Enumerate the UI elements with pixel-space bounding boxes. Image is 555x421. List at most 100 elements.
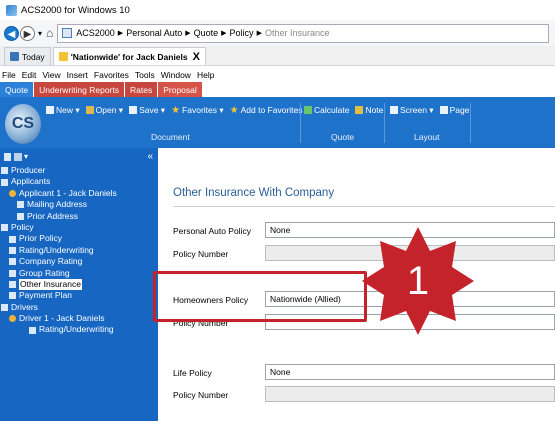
sidebar-item-label: Drivers (11, 301, 38, 312)
calendar-icon (10, 52, 19, 61)
sidebar-item[interactable]: Mailing Address (0, 199, 158, 210)
window-title: ACS2000 for Windows 10 (21, 4, 130, 16)
open-button[interactable]: Open ▾ (85, 105, 123, 116)
acs-logo[interactable]: CS (5, 104, 41, 144)
new-button[interactable]: New ▾ (46, 105, 80, 116)
page-button[interactable]: Page (439, 105, 470, 115)
menu-file[interactable]: File (2, 70, 16, 80)
sidebar-item[interactable]: Policy (0, 222, 158, 233)
section-title: Other Insurance With Company (173, 187, 335, 199)
ribbon-tab-quote[interactable]: Quote (0, 82, 34, 97)
collapse-sidebar-icon[interactable]: « (147, 151, 153, 162)
breadcrumb-item[interactable]: Personal Auto (126, 28, 182, 38)
calculate-button[interactable]: Calculate (304, 105, 349, 115)
page-icon (439, 106, 448, 114)
folder-icon (85, 106, 94, 114)
sidebar-item-label: Prior Address (27, 210, 79, 221)
sidebar-item[interactable]: Prior Policy (0, 233, 158, 244)
window-titlebar: ACS2000 for Windows 10 (0, 0, 555, 20)
sidebar-item-label: Other Insurance (19, 278, 82, 291)
breadcrumb-item[interactable]: Quote (194, 28, 219, 38)
breadcrumb-item-current[interactable]: Other Insurance (265, 28, 330, 38)
menu-tools[interactable]: Tools (135, 70, 155, 80)
sidebar-item[interactable]: Drivers (0, 302, 158, 313)
tab-nationwide-quote[interactable]: 'Nationwide' for Jack Daniels X (52, 47, 206, 65)
history-dropdown-icon[interactable]: ▾ (38, 29, 42, 38)
section-divider (173, 206, 555, 207)
form-icon (1, 224, 8, 232)
menu-edit[interactable]: Edit (22, 70, 37, 80)
breadcrumb-item[interactable]: Policy (230, 28, 254, 38)
save-button[interactable]: Save ▾ (129, 105, 165, 116)
screen-button[interactable]: Screen ▾ (390, 105, 434, 116)
sidebar-toolbar: ▾ « (0, 148, 158, 165)
sidebar-item-label: Group Rating (19, 267, 70, 278)
back-icon[interactable]: ◀ (4, 25, 19, 41)
quote-group-buttons: Calculate Note (304, 103, 389, 117)
form-icon (1, 178, 8, 186)
menu-insert[interactable]: Insert (67, 70, 88, 80)
sidebar-item[interactable]: Company Rating (0, 256, 158, 267)
app-icon (6, 4, 17, 16)
sidebar-item[interactable]: Group Rating (0, 268, 158, 279)
favorites-button[interactable]: ★ Favorites ▾ (171, 105, 224, 116)
ribbon-divider (470, 103, 471, 143)
page-icon[interactable] (4, 152, 11, 161)
new-document-icon (46, 106, 54, 114)
personal-auto-policy-label: Personal Auto Policy (173, 226, 251, 236)
callout-number: 1 (407, 259, 429, 303)
life-policy-number-field[interactable] (265, 386, 555, 402)
save-icon (129, 106, 138, 114)
note-button-label: Note (365, 105, 384, 115)
home-icon[interactable]: ⌂ (46, 26, 53, 40)
document-icon (58, 52, 68, 61)
page-button-label: Page (449, 105, 470, 115)
sidebar-item[interactable]: Other Insurance (0, 278, 158, 291)
highlight-box (153, 271, 367, 322)
screen-icon (390, 106, 398, 114)
person-icon (9, 315, 16, 323)
sidebar-item[interactable]: Rating/Underwriting (0, 245, 158, 256)
breadcrumb-item[interactable]: ACS2000 (76, 28, 115, 38)
personal-auto-policy-number-label: Policy Number (173, 249, 229, 259)
form-icon (9, 258, 16, 266)
menu-favorites[interactable]: Favorites (94, 70, 129, 80)
sidebar-item[interactable]: Applicants (0, 176, 158, 187)
add-to-favorites-button[interactable]: ★ Add to Favorites (230, 105, 303, 116)
menu-window[interactable]: Window (161, 70, 191, 80)
step-callout-star-icon: 1 (362, 227, 474, 335)
calculator-icon (304, 106, 312, 114)
sidebar-item[interactable]: Producer (0, 165, 158, 176)
screen-button-label: Screen ▾ (400, 104, 434, 115)
menu-help[interactable]: Help (197, 70, 214, 80)
sidebar-item[interactable]: Prior Address (0, 211, 158, 222)
form-icon (17, 201, 24, 209)
tools-icon[interactable] (14, 152, 22, 161)
sidebar-item[interactable]: Applicant 1 - Jack Daniels (0, 188, 158, 199)
ribbon-tab-proposal[interactable]: Proposal (158, 82, 202, 97)
layout-group-buttons: Screen ▾ Page (390, 103, 475, 117)
close-icon[interactable]: X (193, 51, 200, 63)
sidebar-item[interactable]: Rating/Underwriting (0, 324, 158, 335)
forward-icon[interactable]: ▶ (20, 25, 35, 41)
menu-view[interactable]: View (42, 70, 60, 80)
calculate-button-label: Calculate (314, 105, 350, 115)
sidebar-item-label: Company Rating (19, 256, 83, 267)
breadcrumb-separator-icon: ▶ (185, 30, 191, 37)
tab-today[interactable]: Today (4, 47, 51, 65)
add-favorite-icon: ★ (229, 104, 239, 116)
breadcrumb[interactable]: ACS2000 ▶ Personal Auto ▶ Quote ▶ Policy… (57, 23, 549, 43)
navigation-bar: ◀ ▶ ▾ ⌂ ACS2000 ▶ Personal Auto ▶ Quote … (0, 20, 555, 46)
life-policy-select[interactable]: None (265, 364, 555, 380)
note-button[interactable]: Note (355, 105, 383, 115)
sidebar-item-label: Rating/Underwriting (39, 324, 114, 335)
form-icon (1, 167, 8, 175)
tab-label: Today (22, 51, 45, 62)
chevron-down-icon[interactable]: ▾ (24, 152, 28, 161)
ribbon-group-label-quote: Quote (331, 132, 355, 142)
sidebar-item-label: Payment Plan (19, 290, 72, 301)
sidebar-item[interactable]: Driver 1 - Jack Daniels (0, 313, 158, 324)
ribbon-tab-rates[interactable]: Rates (125, 82, 158, 97)
sidebar-item[interactable]: Payment Plan (0, 290, 158, 301)
ribbon-tab-underwriting-reports[interactable]: Underwriting Reports (34, 82, 124, 97)
